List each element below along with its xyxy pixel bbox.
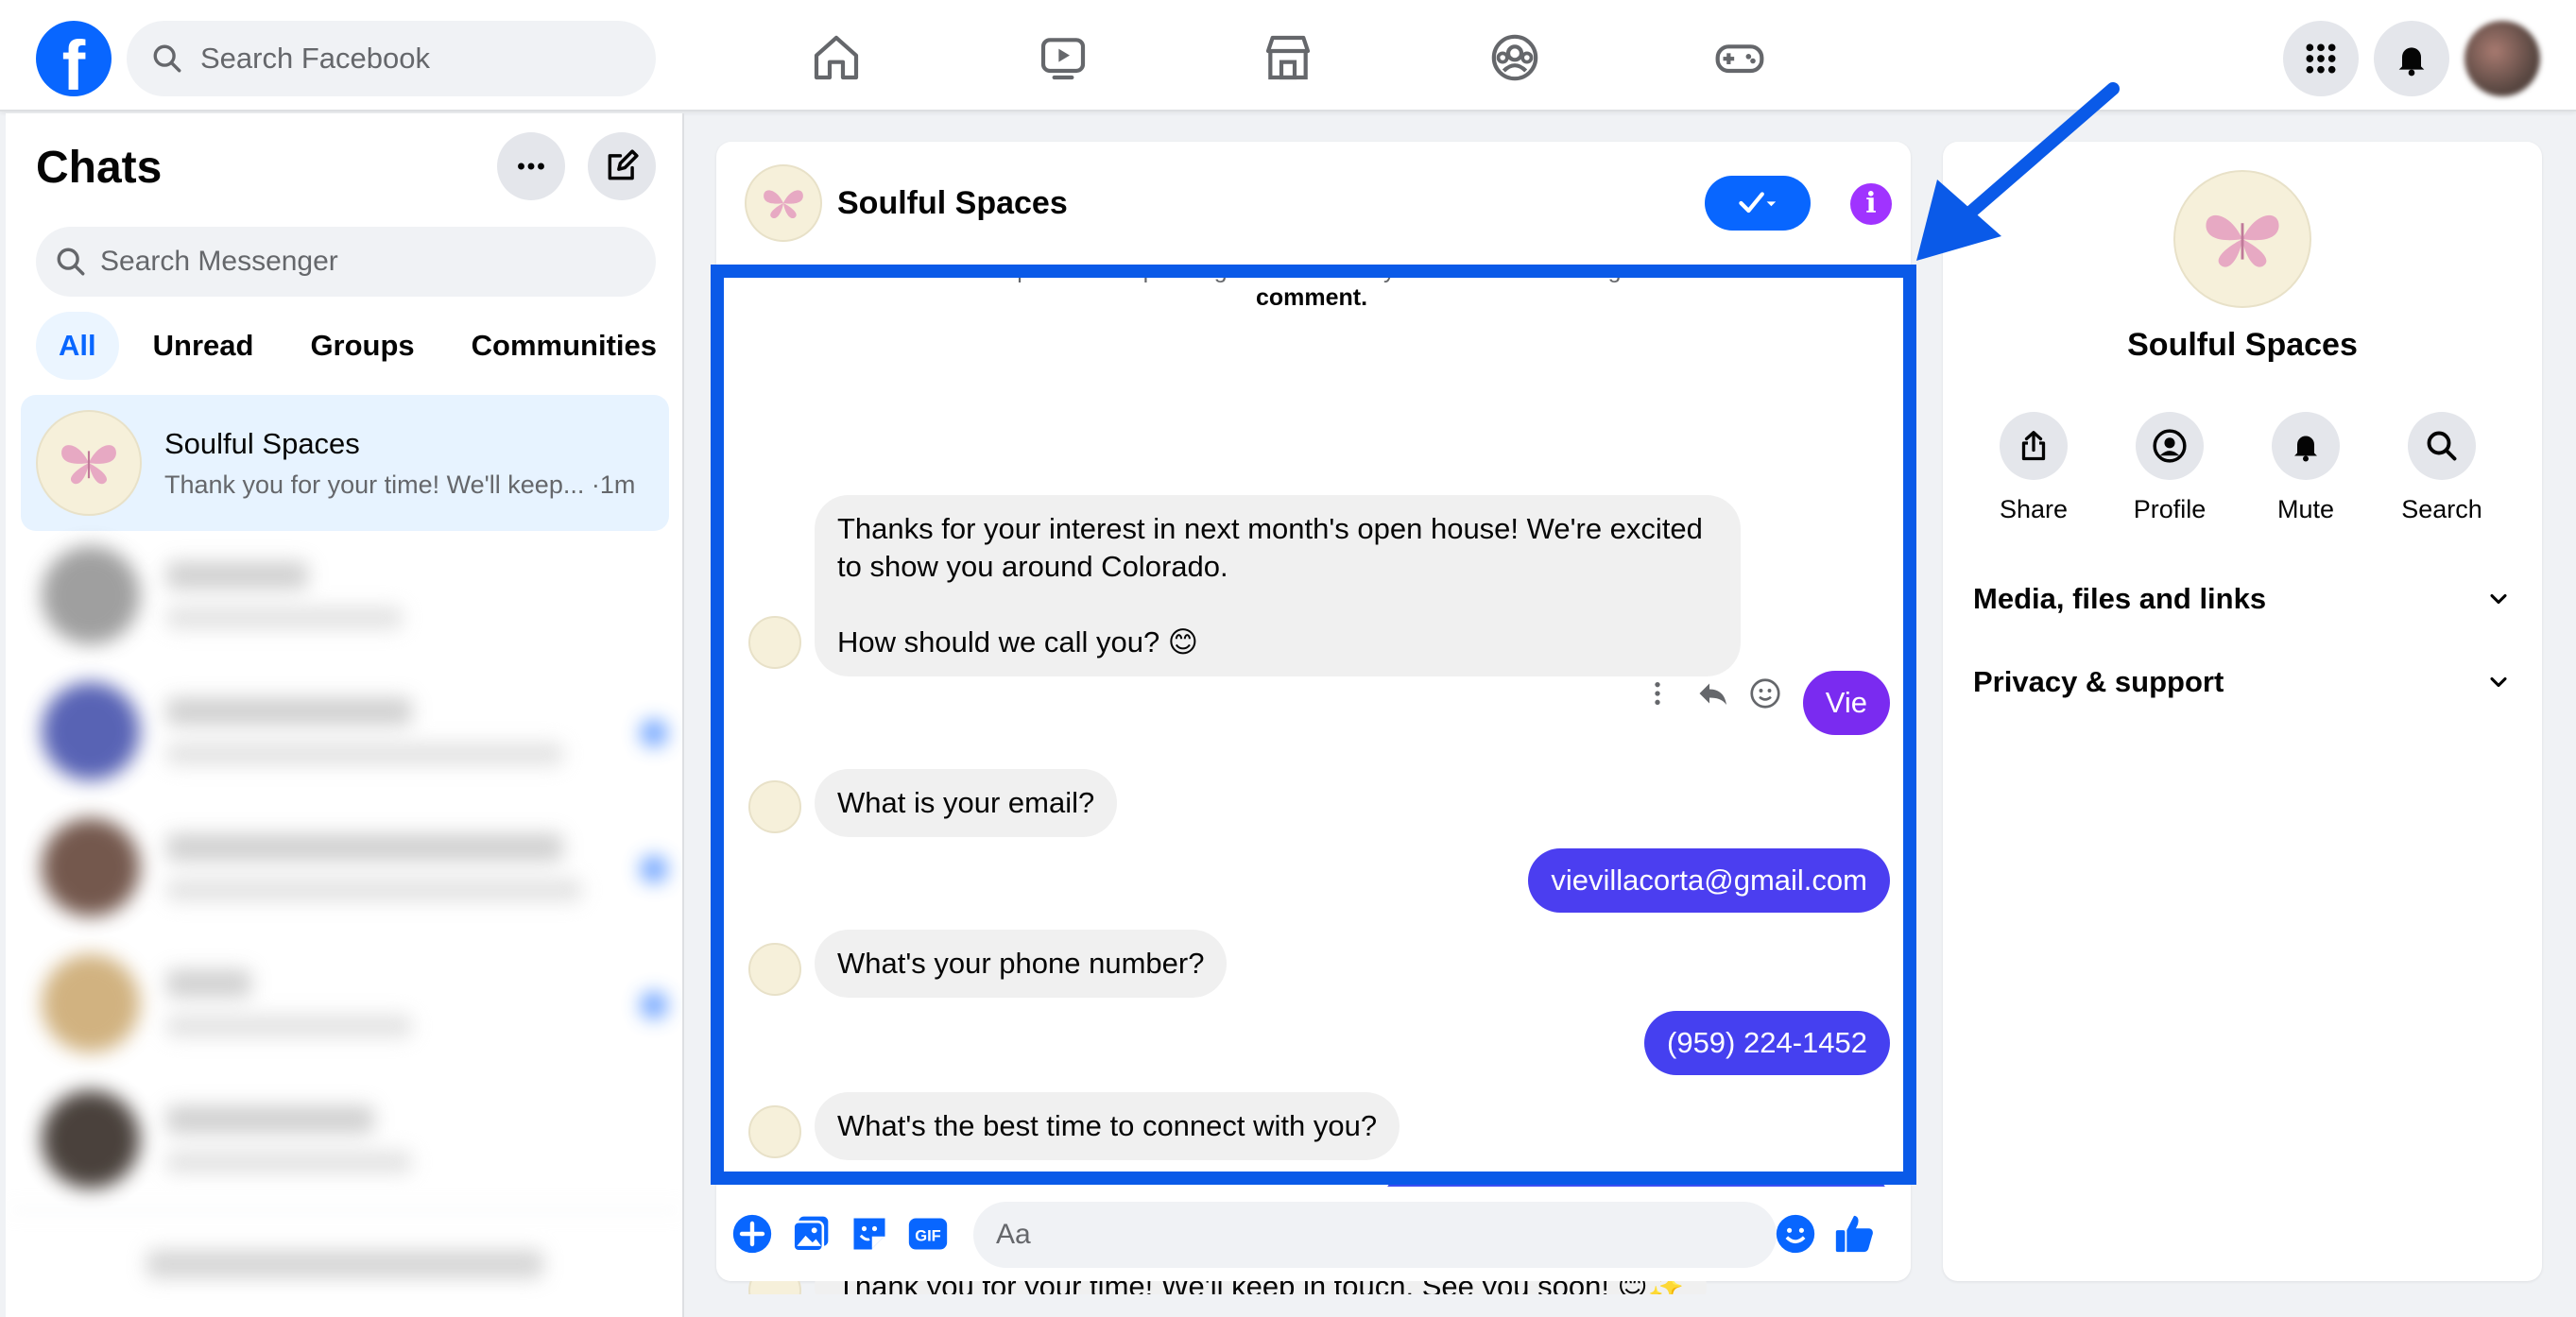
incoming-message: Thanks for your interest in next month's… bbox=[815, 495, 1741, 676]
search-action[interactable]: Search bbox=[2385, 412, 2499, 524]
message-thread: Soulful Spaces is responding to a commen… bbox=[716, 265, 1911, 1294]
react-emoji-icon[interactable] bbox=[1748, 676, 1782, 710]
reply-icon[interactable] bbox=[1693, 676, 1731, 710]
facebook-logo-icon[interactable]: f bbox=[36, 21, 112, 96]
share-action[interactable]: Share bbox=[1977, 412, 2090, 524]
search-icon bbox=[2427, 431, 2457, 461]
conversation-avatar[interactable] bbox=[745, 164, 822, 242]
watch-icon[interactable] bbox=[1030, 25, 1096, 91]
more-vertical-icon[interactable] bbox=[1642, 678, 1673, 709]
svg-text:GIF: GIF bbox=[915, 1227, 941, 1244]
media-files-links-section[interactable]: Media, files and links bbox=[1973, 571, 2512, 627]
home-icon[interactable] bbox=[803, 25, 869, 91]
outgoing-message: (959) 224-1452 bbox=[1644, 1011, 1890, 1075]
sender-avatar bbox=[748, 1105, 801, 1158]
conversation-panel: Soulful Spaces i Soulful Spaces is respo… bbox=[716, 142, 1911, 1294]
conversation-header: Soulful Spaces i bbox=[716, 142, 1911, 265]
incoming-message: What's the best time to connect with you… bbox=[815, 1092, 1400, 1160]
system-note-text: Soulful Spaces is responding to a commen… bbox=[922, 265, 1641, 283]
menu-grid-icon[interactable] bbox=[2283, 21, 2359, 96]
section-label: Privacy & support bbox=[1973, 665, 2224, 698]
chat-name: Soulful Spaces bbox=[164, 426, 360, 460]
chat-list-item-blurred[interactable] bbox=[36, 947, 667, 1060]
more-dots-icon bbox=[518, 162, 544, 170]
groups-icon[interactable] bbox=[1482, 25, 1548, 91]
sender-avatar bbox=[748, 780, 801, 833]
facebook-search-input[interactable]: Search Facebook bbox=[127, 21, 656, 96]
chevron-down-icon bbox=[2490, 676, 2507, 688]
compose-icon bbox=[608, 149, 639, 180]
chat-list-item-blurred[interactable] bbox=[36, 539, 660, 652]
section-label: Media, files and links bbox=[1973, 582, 2267, 615]
sender-avatar bbox=[748, 616, 801, 669]
messenger-search-placeholder: Search Messenger bbox=[100, 246, 338, 277]
share-label: Share bbox=[1999, 495, 2069, 523]
profile-label: Profile bbox=[2133, 495, 2207, 523]
incoming-message: What's your phone number? bbox=[815, 930, 1228, 998]
chevron-down-icon bbox=[2490, 593, 2507, 605]
account-avatar[interactable] bbox=[2464, 21, 2540, 96]
conversation-title[interactable]: Soulful Spaces bbox=[837, 185, 1068, 222]
outgoing-message: vievillacorta@gmail.com bbox=[1528, 848, 1890, 913]
chats-options-button[interactable] bbox=[497, 132, 565, 200]
photo-icon[interactable] bbox=[788, 1211, 833, 1257]
chat-preview: Thank you for your time! We'll keep... ·… bbox=[164, 470, 636, 499]
search-icon bbox=[153, 44, 181, 73]
filter-tab-all[interactable]: All bbox=[36, 312, 119, 380]
soulful-spaces-avatar bbox=[36, 410, 142, 516]
filter-tab-groups[interactable]: Groups bbox=[287, 312, 437, 380]
butterfly-logo-icon bbox=[61, 445, 116, 485]
share-icon bbox=[2021, 431, 2046, 461]
info-icon[interactable]: i bbox=[1850, 183, 1892, 225]
info-name: Soulful Spaces bbox=[2127, 327, 2358, 363]
chat-filter-tabs: All Unread Groups Communities bbox=[36, 312, 679, 380]
bell-icon bbox=[2294, 436, 2317, 462]
mute-action[interactable]: Mute bbox=[2249, 412, 2362, 524]
chat-list-item-blurred[interactable] bbox=[36, 675, 667, 788]
chat-list-item-soulful-spaces[interactable]: Soulful Spaces Thank you for your time! … bbox=[21, 395, 669, 531]
marketplace-icon[interactable] bbox=[1255, 25, 1321, 91]
incoming-message: What is your email? bbox=[815, 769, 1118, 837]
plus-circle-icon[interactable] bbox=[730, 1211, 775, 1257]
messenger-search-input[interactable]: Search Messenger bbox=[36, 227, 656, 297]
open-messenger-link-blurred[interactable] bbox=[6, 1209, 682, 1317]
message-composer: GIF bbox=[716, 1187, 1911, 1281]
butterfly-logo-icon bbox=[2206, 214, 2279, 267]
sender-avatar bbox=[748, 943, 801, 996]
sticker-icon[interactable] bbox=[847, 1211, 892, 1257]
filter-tab-unread[interactable]: Unread bbox=[130, 312, 277, 380]
chat-list-item-blurred[interactable] bbox=[36, 811, 667, 924]
privacy-support-section[interactable]: Privacy & support bbox=[1973, 654, 2512, 710]
profile-action[interactable]: Profile bbox=[2113, 412, 2226, 524]
top-navigation-bar: f Search Facebook bbox=[0, 0, 2576, 111]
gaming-icon[interactable] bbox=[1707, 25, 1773, 91]
chat-list-item-blurred[interactable] bbox=[36, 1083, 660, 1196]
search-icon bbox=[57, 248, 85, 276]
conversation-info-panel: Soulful Spaces Share Profile Mute Search… bbox=[1943, 142, 2542, 1281]
filter-tab-communities[interactable]: Communities bbox=[449, 312, 679, 380]
mark-done-button[interactable] bbox=[1705, 176, 1811, 231]
checkmark-dropdown-icon bbox=[1739, 192, 1777, 214]
profile-icon bbox=[2153, 429, 2187, 463]
gif-icon[interactable]: GIF bbox=[905, 1211, 951, 1257]
outgoing-message: Vie bbox=[1802, 671, 1890, 735]
chats-title: Chats bbox=[36, 143, 163, 193]
info-avatar[interactable] bbox=[2173, 170, 2311, 308]
emoji-icon[interactable] bbox=[1773, 1211, 1818, 1257]
butterfly-logo-icon bbox=[764, 190, 803, 219]
search-label: Search bbox=[2401, 495, 2482, 523]
mute-label: Mute bbox=[2276, 495, 2335, 523]
new-message-button[interactable] bbox=[588, 132, 656, 200]
system-note: Soulful Spaces is responding to a commen… bbox=[905, 265, 1718, 312]
facebook-search-placeholder: Search Facebook bbox=[200, 42, 430, 75]
chats-sidebar: Chats Search Messenger All Unread Groups… bbox=[6, 113, 684, 1317]
notifications-bell-icon[interactable] bbox=[2374, 21, 2449, 96]
message-input[interactable] bbox=[973, 1202, 1777, 1268]
thumbs-up-icon[interactable] bbox=[1831, 1211, 1877, 1257]
message-actions bbox=[1642, 676, 1782, 710]
